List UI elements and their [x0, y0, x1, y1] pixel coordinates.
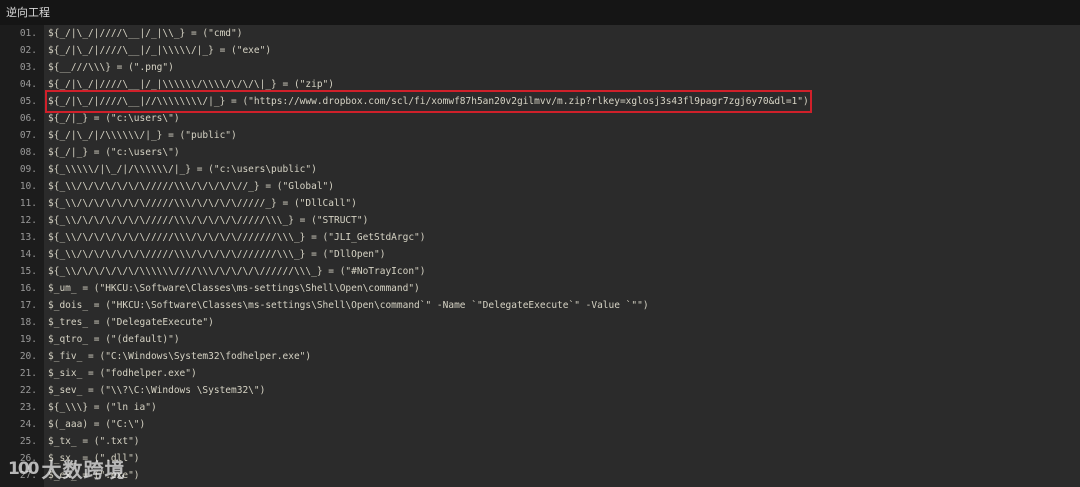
line-number: 14.	[19, 249, 37, 260]
code-line: 14. ${_\\/\/\/\/\/\/\/////\\\/\/\/\/\////…	[0, 246, 1080, 263]
code-viewer-window: 逆向工程 01. ${_/|\_/|////\__|/_|\\_} = ("cmd…	[0, 0, 1080, 487]
line-code[interactable]: ${_\\/\/\/\/\/\/\/////\\\/\/\/\/\///////…	[48, 229, 426, 246]
line-code[interactable]: ${__///\\\} = (".png")	[48, 59, 174, 76]
line-code[interactable]: ${_\\\\\/|\_/|/\\\\\\/|_} = ("c:\users\p…	[48, 161, 317, 178]
line-number: 04.	[19, 79, 37, 90]
line-code[interactable]: ${_\\/\/\/\/\/\/\/////\\\/\/\/\/\/////\\…	[48, 212, 368, 229]
code-line: 03. ${__///\\\} = (".png")	[0, 59, 1080, 76]
line-number: 12.	[19, 215, 37, 226]
line-code[interactable]: ${_\\\} = ("ln ia")	[48, 399, 157, 416]
line-code[interactable]: ${_/|\_/|////\__|/_|\\\\\/|_} = ("exe")	[48, 42, 271, 59]
code-line-highlighted: 05. ${_/|\_/|////\__|//\\\\\\\\/|_} = ("h…	[0, 90, 1080, 113]
line-number: 06.	[19, 113, 37, 124]
code-line: 21. $_six_ = ("fodhelper.exe")	[0, 365, 1080, 382]
code-line: 23. ${_\\\} = ("ln ia")	[0, 399, 1080, 416]
code-line: 04. ${_/|\_/|////\__|/_|\\\\\\/\\\\/\/\/\…	[0, 76, 1080, 93]
code-line: 02. ${_/|\_/|////\__|/_|\\\\\/|_} = ("exe…	[0, 42, 1080, 59]
title-bar: 逆向工程	[0, 0, 1080, 25]
code-editor[interactable]: 01. ${_/|\_/|////\__|/_|\\_} = ("cmd") 02.…	[0, 25, 1080, 487]
code-line: 06. ${_/|_} = ("c:\users\")	[0, 110, 1080, 127]
line-code[interactable]: ${_/|\_/|////\__|/_|\\_} = ("cmd")	[48, 25, 242, 42]
line-number: 01.	[19, 28, 37, 39]
line-code[interactable]: ${_/|\_/|////\__|//\\\\\\\\/|_} = ("http…	[45, 90, 812, 113]
line-number: 21.	[19, 368, 37, 379]
code-line: 22. $_sev_ = ("\\?\C:\Windows \System32\"…	[0, 382, 1080, 399]
line-number: 07.	[19, 130, 37, 141]
line-code[interactable]: $_six_ = ("fodhelper.exe")	[48, 365, 197, 382]
line-code[interactable]: $_fiv_ = ("C:\Windows\System32\fodhelper…	[48, 348, 311, 365]
code-line: 17. $_dois_ = ("HKCU:\Software\Classes\ms…	[0, 297, 1080, 314]
line-code[interactable]: $_qtro_ = ("(default)")	[48, 331, 180, 348]
code-line: 18. $_tres_ = ("DelegateExecute")	[0, 314, 1080, 331]
line-code[interactable]: $_sx_ = (".dll")	[48, 450, 140, 467]
line-number: 26.	[19, 453, 37, 464]
line-number: 03.	[19, 62, 37, 73]
code-line: 11. ${_\\/\/\/\/\/\/\/////\\\/\/\/\/\////…	[0, 195, 1080, 212]
line-number: 27.	[19, 470, 37, 481]
code-line: 26. $_sx_ = (".dll")	[0, 450, 1080, 467]
line-code[interactable]: ${_\\/\/\/\/\/\/\/////\\\/\/\/\/\/////_}…	[48, 195, 357, 212]
line-number: 24.	[19, 419, 37, 430]
code-line: 12. ${_\\/\/\/\/\/\/\/////\\\/\/\/\/\////…	[0, 212, 1080, 229]
line-number: 17.	[19, 300, 37, 311]
code-line: 10. ${_\\/\/\/\/\/\/\/////\\\/\/\/\/\//_}…	[0, 178, 1080, 195]
code-line: 07. ${_/|\_/|/\\\\\\/|_} = ("public")	[0, 127, 1080, 144]
code-line: 13. ${_\\/\/\/\/\/\/\/////\\\/\/\/\/\////…	[0, 229, 1080, 246]
code-line: 08. ${_/|_} = ("c:\users\")	[0, 144, 1080, 161]
line-code[interactable]: ${_/|_} = ("c:\users\")	[48, 110, 180, 127]
line-number: 05.	[19, 96, 37, 107]
line-number: 08.	[19, 147, 37, 158]
line-code[interactable]: $_dois_ = ("HKCU:\Software\Classes\ms-se…	[48, 297, 649, 314]
line-number: 16.	[19, 283, 37, 294]
line-number: 13.	[19, 232, 37, 243]
window-title: 逆向工程	[6, 6, 50, 19]
line-code[interactable]: $_sev_ = ("\\?\C:\Windows \System32\")	[48, 382, 265, 399]
code-line: 09. ${_\\\\\/|\_/|/\\\\\\/|_} = ("c:\user…	[0, 161, 1080, 178]
line-code[interactable]: $_tres_ = ("DelegateExecute")	[48, 314, 214, 331]
line-code[interactable]: ${_/|_} = ("c:\users\")	[48, 144, 180, 161]
line-number: 23.	[19, 402, 37, 413]
line-code[interactable]: ${_\\/\/\/\/\/\/\/////\\\/\/\/\/\///////…	[48, 246, 385, 263]
code-line: 19. $_qtro_ = ("(default)")	[0, 331, 1080, 348]
line-code[interactable]: ${_\\/\/\/\/\/\/\\\\\\////\\\/\/\/\/\///…	[48, 263, 426, 280]
line-number: 25.	[19, 436, 37, 447]
line-number: 09.	[19, 164, 37, 175]
code-line: 25. $_tx_ = (".txt")	[0, 433, 1080, 450]
code-line: 15. ${_\\/\/\/\/\/\/\\\\\\////\\\/\/\/\/\…	[0, 263, 1080, 280]
line-number: 22.	[19, 385, 37, 396]
line-number: 10.	[19, 181, 37, 192]
line-code[interactable]: ${_/|\_/|/\\\\\\/|_} = ("public")	[48, 127, 237, 144]
code-lines: 01. ${_/|\_/|////\__|/_|\\_} = ("cmd") 02.…	[0, 25, 1080, 484]
code-line: 01. ${_/|\_/|////\__|/_|\\_} = ("cmd")	[0, 25, 1080, 42]
line-code[interactable]: ${_/|\_/|////\__|/_|\\\\\\/\\\\/\/\/\|_}…	[48, 76, 334, 93]
line-code[interactable]: $_um_ = ("HKCU:\Software\Classes\ms-sett…	[48, 280, 420, 297]
code-line: 24. $(_aaa) = ("C:\")	[0, 416, 1080, 433]
code-line: 20. $_fiv_ = ("C:\Windows\System32\fodhel…	[0, 348, 1080, 365]
line-number: 19.	[19, 334, 37, 345]
line-code[interactable]: ${_\\/\/\/\/\/\/\/////\\\/\/\/\/\//_} = …	[48, 178, 334, 195]
line-number: 11.	[19, 198, 37, 209]
line-code[interactable]: $(_aaa) = ("C:\")	[48, 416, 145, 433]
code-line: 27. $_ex_ = (".exe")	[0, 467, 1080, 484]
line-number: 18.	[19, 317, 37, 328]
line-code[interactable]: $_ex_ = (".exe")	[48, 467, 140, 484]
line-number: 20.	[19, 351, 37, 362]
line-number: 02.	[19, 45, 37, 56]
line-code[interactable]: $_tx_ = (".txt")	[48, 433, 140, 450]
code-line: 16. $_um_ = ("HKCU:\Software\Classes\ms-s…	[0, 280, 1080, 297]
line-number: 15.	[19, 266, 37, 277]
